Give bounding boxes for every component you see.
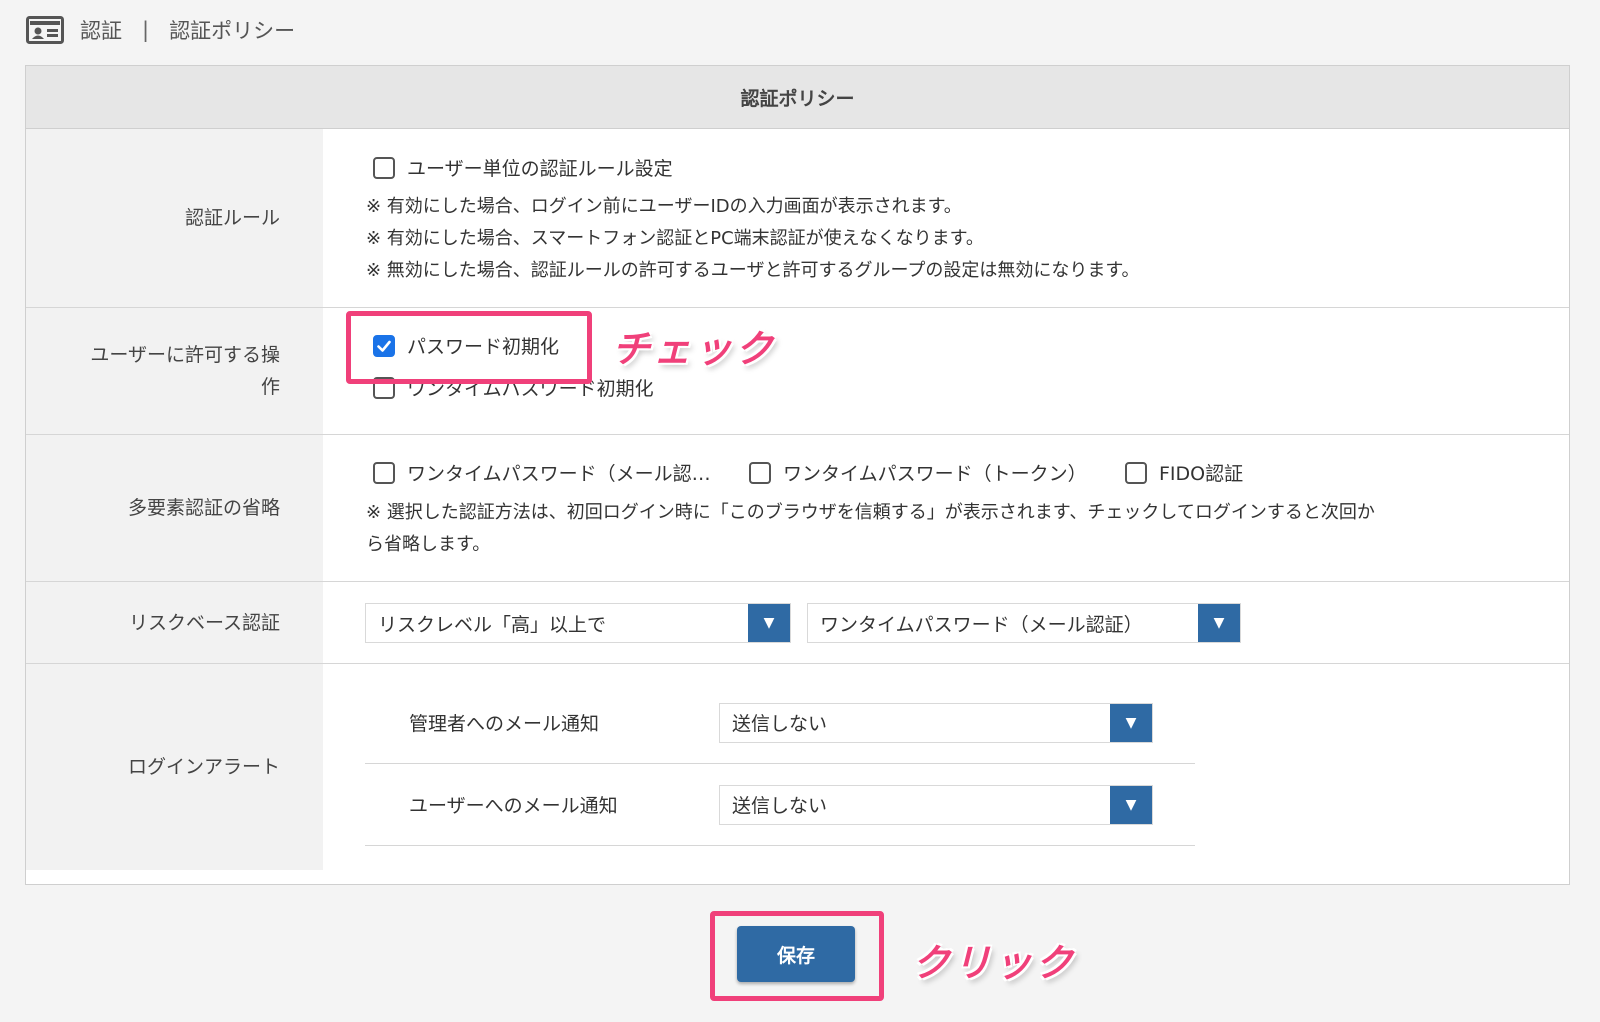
mfa-skip-email-otp-checkbox[interactable]: ワンタイムパスワード（メール認… [373,459,711,486]
checkbox-box[interactable] [373,461,395,484]
select-value: ワンタイムパスワード（メール認証） [820,613,1143,636]
row-body-mfa-skip: ワンタイムパスワード（メール認… ワンタイムパスワード（トークン） FIDO認証… [323,435,1569,581]
row-auth-rule: 認証ルール ユーザー単位の認証ルール設定 ※ 有効にした場合、ログイン前にユーザ… [26,129,1569,308]
annotation-check: チェック [612,327,777,371]
annotation-click: クリック [912,941,1077,985]
row-body-login-alert: 管理者へのメール通知 送信しない ▼ ユーザーへのメール通知 送信しない ▼ [323,664,1569,870]
select-value: 送信しない [732,713,828,735]
checkbox-box[interactable] [1125,461,1147,484]
row-mfa-skip: 多要素認証の省略 ワンタイムパスワード（メール認… ワンタイムパスワード（トーク… [26,435,1569,582]
user-mail-label: ユーザーへのメール通知 [409,795,618,817]
chevron-down-icon[interactable]: ▼ [1110,785,1152,824]
admin-mail-row: 管理者へのメール通知 送信しない ▼ [365,682,1195,764]
row-label-auth-rule: 認証ルール [26,129,323,307]
row-user-ops: ユーザーに許可する操 作 パスワード初期化 ワンタイムパスワード初期化 [26,308,1569,435]
chevron-down-icon[interactable]: ▼ [748,604,790,642]
row-label-user-ops-line2: 作 [260,376,280,398]
auth-policy-panel: 認証ポリシー 認証ルール ユーザー単位の認証ルール設定 ※ 有効にした場合、ログ… [25,65,1570,885]
row-label-login-alert: ログインアラート [26,664,323,870]
chevron-down-icon[interactable]: ▼ [1198,604,1240,642]
mfa-skip-fido-checkbox[interactable]: FIDO認証 [1125,459,1243,486]
row-body-risk-based: リスクレベル「高」以上で ▼ ワンタイムパスワード（メール認証） ▼ [323,582,1569,663]
risk-level-select[interactable]: リスクレベル「高」以上で ▼ [365,603,791,643]
checkbox-box[interactable] [373,156,395,179]
id-card-icon [26,16,64,44]
user-mail-row: ユーザーへのメール通知 送信しない ▼ [365,764,1195,846]
highlight-password-reset [346,311,592,384]
checkbox-box[interactable] [749,461,771,484]
mfa-skip-note: ら省略します。 [366,534,491,555]
admin-mail-label: 管理者へのメール通知 [409,713,600,735]
mfa-skip-token-otp-checkbox[interactable]: ワンタイムパスワード（トークン） [749,459,1087,486]
breadcrumb: 認証 | 認証ポリシー [26,14,295,46]
row-label-user-ops: ユーザーに許可する操 作 [26,308,323,434]
admin-mail-select[interactable]: 送信しない ▼ [719,702,1153,743]
breadcrumb-section[interactable]: 認証 [80,15,122,45]
row-label-mfa-skip: 多要素認証の省略 [26,435,323,581]
mfa-skip-note: ※ 選択した認証方法は、初回ログイン時に「このブラウザを信頼する」が表示されます… [366,502,1375,523]
select-value: 送信しない [732,795,828,817]
auth-rule-checkbox[interactable]: ユーザー単位の認証ルール設定 [373,154,673,181]
row-label-risk-based: リスクベース認証 [26,582,323,663]
auth-rule-note: ※ 無効にした場合、認証ルールの許可するユーザと許可するグループの設定は無効にな… [366,260,1140,281]
checkbox-label: ユーザー単位の認証ルール設定 [407,158,673,180]
row-risk-based: リスクベース認証 リスクレベル「高」以上で ▼ ワンタイムパスワード（メール認証… [26,582,1569,664]
row-login-alert: ログインアラート 管理者へのメール通知 送信しない ▼ ユーザーへのメール通知 … [26,664,1569,870]
row-body-auth-rule: ユーザー単位の認証ルール設定 ※ 有効にした場合、ログイン前にユーザーIDの入力… [323,129,1569,307]
checkbox-label: ワンタイムパスワード（トークン） [783,463,1087,485]
chevron-down-icon[interactable]: ▼ [1110,703,1152,742]
breadcrumb-page: 認証ポリシー [169,19,296,43]
user-mail-select[interactable]: 送信しない ▼ [719,784,1153,825]
breadcrumb-separator: | [142,18,150,42]
row-label-user-ops-line1: ユーザーに許可する操 [90,344,280,366]
auth-rule-note: ※ 有効にした場合、スマートフォン認証とPC端末認証が使えなくなります。 [366,228,984,249]
risk-method-select[interactable]: ワンタイムパスワード（メール認証） ▼ [807,603,1241,643]
panel-title: 認証ポリシー [26,66,1569,129]
select-value: リスクレベル「高」以上で [378,613,607,636]
save-button[interactable]: 保存 [737,926,855,982]
checkbox-label: FIDO認証 [1159,463,1244,485]
auth-rule-note: ※ 有効にした場合、ログイン前にユーザーIDの入力画面が表示されます。 [366,196,962,217]
checkbox-label: ワンタイムパスワード（メール認… [407,463,711,485]
